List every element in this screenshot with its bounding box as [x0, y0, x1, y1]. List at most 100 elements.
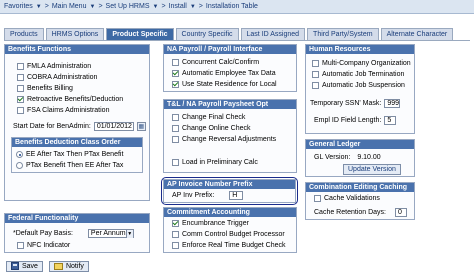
- online-check-checkbox[interactable]: [172, 125, 179, 132]
- pay-basis-select[interactable]: Per Annum ▼: [87, 229, 134, 238]
- state-residence-checkbox[interactable]: [172, 81, 179, 88]
- gl-version-row: GL Version: 9.10.00: [314, 154, 381, 161]
- tab-products[interactable]: Products: [4, 28, 44, 40]
- tab-alternate-character[interactable]: Alternate Character: [380, 28, 454, 40]
- start-date-label: Start Date for BenAdmin:: [13, 123, 91, 130]
- fmla-label: FMLA Administration: [27, 63, 92, 70]
- save-button[interactable]: Save: [6, 260, 43, 272]
- calendar-icon[interactable]: ▦: [136, 122, 146, 131]
- cobra-checkbox[interactable]: [17, 74, 24, 81]
- chevron-down-icon[interactable]: ▼: [190, 4, 196, 10]
- job-suspension-row: Automatic Job Suspension: [312, 82, 405, 89]
- pay-basis-label: *Default Pay Basis:: [13, 230, 73, 237]
- fsa-label: FSA Claims Administration: [27, 107, 110, 114]
- breadcrumb-separator: >: [161, 3, 166, 10]
- state-residence-label: Use State Residence for Local: [182, 81, 277, 88]
- ptax-benefit-label: PTax Benefit Then EE After Tax: [26, 162, 124, 169]
- tab-product-specific[interactable]: Product Specific: [106, 28, 174, 40]
- commitment-group: Commitment Accounting Encumbrance Trigge…: [163, 207, 297, 253]
- ptax-benefit-radio[interactable]: [16, 162, 23, 169]
- gl-version-label: GL Version:: [314, 154, 351, 161]
- update-version-button[interactable]: Update Version: [343, 164, 401, 175]
- chevron-down-icon[interactable]: ▼: [153, 4, 159, 10]
- cache-validations-label: Cache Validations: [324, 195, 380, 202]
- online-check-label: Change Online Check: [182, 125, 251, 132]
- deduction-class-title: Benefits Deduction Class Order: [12, 138, 142, 147]
- tab-last-id-assigned[interactable]: Last ID Assigned: [240, 28, 306, 40]
- ee-after-tax-row: EE After Tax Then PTax Benefit: [16, 151, 123, 158]
- combination-group: Combination Editing Caching Cache Valida…: [305, 182, 415, 220]
- comm-control-label: Comm Control Budget Processor: [182, 231, 285, 238]
- auto-emp-tax-checkbox[interactable]: [172, 70, 179, 77]
- retro-row: Retroactive Benefits/Deduction: [17, 96, 123, 103]
- breadcrumb-installation-table: Installation Table: [205, 3, 258, 10]
- job-termination-checkbox[interactable]: [312, 71, 319, 78]
- tab-divider: [4, 40, 470, 41]
- nfc-checkbox[interactable]: [17, 242, 24, 249]
- notify-icon: [53, 262, 63, 270]
- combination-title: Combination Editing Caching: [306, 183, 414, 192]
- fsa-row: FSA Claims Administration: [17, 107, 109, 114]
- breadcrumb-separator: >: [98, 3, 103, 10]
- notify-button[interactable]: Notify: [48, 260, 89, 272]
- ptax-benefit-row: PTax Benefit Then EE After Tax: [16, 162, 123, 169]
- tab-third-party-system[interactable]: Third Party/System: [307, 28, 379, 40]
- encumbrance-checkbox[interactable]: [172, 220, 179, 227]
- concurrent-calc-label: Concurrent Calc/Confirm: [182, 59, 260, 66]
- breadcrumb-main-menu[interactable]: Main Menu: [52, 3, 87, 10]
- cobra-label: COBRA Administration: [27, 74, 98, 81]
- breadcrumb-separator: >: [198, 3, 203, 10]
- job-suspension-checkbox[interactable]: [312, 82, 319, 89]
- start-date-input[interactable]: 01/01/2012: [93, 122, 134, 131]
- ssn-mask-row: Temporary SSN' Mask: 999: [310, 99, 401, 108]
- comm-control-checkbox[interactable]: [172, 231, 179, 238]
- final-check-checkbox[interactable]: [172, 114, 179, 121]
- enforce-budget-row: Enforce Real Time Budget Check: [172, 242, 286, 249]
- retro-checkbox[interactable]: [17, 96, 24, 103]
- bottom-toolbar: Save Notify: [0, 259, 474, 273]
- multi-company-checkbox[interactable]: [312, 60, 319, 67]
- breadcrumb-install[interactable]: Install: [169, 3, 187, 10]
- retention-row: Cache Retention Days: 0: [314, 208, 407, 217]
- ssn-mask-input[interactable]: 999: [384, 99, 401, 108]
- breadcrumb-favorites[interactable]: Favorites: [4, 3, 33, 10]
- fsa-checkbox[interactable]: [17, 107, 24, 114]
- chevron-down-icon[interactable]: ▼: [89, 4, 95, 10]
- chevron-down-icon[interactable]: ▼: [36, 4, 42, 10]
- ee-after-tax-radio[interactable]: [16, 151, 23, 158]
- prelim-calc-row: Load in Preliminary Calc: [172, 159, 258, 166]
- prelim-calc-checkbox[interactable]: [172, 159, 179, 166]
- job-suspension-label: Automatic Job Suspension: [322, 82, 405, 89]
- tab-hrms-options[interactable]: HRMS Options: [45, 28, 105, 40]
- breadcrumb-setup-hrms[interactable]: Set Up HRMS: [106, 3, 150, 10]
- final-check-row: Change Final Check: [172, 114, 245, 121]
- nfc-label: NFC Indicator: [27, 242, 71, 249]
- federal-group: Federal Functionality *Default Pay Basis…: [4, 213, 150, 253]
- auto-emp-tax-row: Automatic Employee Tax Data: [172, 70, 276, 77]
- reversal-adj-checkbox[interactable]: [172, 136, 179, 143]
- human-resources-title: Human Resources: [306, 45, 414, 54]
- retention-input[interactable]: 0: [394, 208, 407, 217]
- billing-checkbox[interactable]: [17, 85, 24, 92]
- concurrent-calc-checkbox[interactable]: [172, 59, 179, 66]
- benefits-functions-group: Benefits Functions FMLA Administration C…: [4, 44, 150, 201]
- update-version-wrap: Update Version: [343, 164, 401, 175]
- benefits-functions-title: Benefits Functions: [5, 45, 149, 54]
- auto-emp-tax-label: Automatic Employee Tax Data: [182, 70, 276, 77]
- pay-basis-value: Per Annum: [90, 230, 126, 237]
- prelim-calc-label: Load in Preliminary Calc: [182, 159, 258, 166]
- multi-company-label: Multi-Company Organization: [322, 60, 411, 67]
- nfc-row: NFC Indicator: [17, 242, 70, 249]
- multi-company-row: Multi-Company Organization: [312, 60, 411, 67]
- tab-country-specific[interactable]: Country Specific: [175, 28, 239, 40]
- enforce-budget-checkbox[interactable]: [172, 242, 179, 249]
- save-icon: [11, 262, 19, 270]
- commitment-title: Commitment Accounting: [164, 208, 296, 217]
- empl-id-input[interactable]: 5: [384, 116, 397, 125]
- breadcrumb: Favorites ▼ > Main Menu ▼ > Set Up HRMS …: [0, 0, 474, 14]
- fmla-checkbox[interactable]: [17, 63, 24, 70]
- comm-control-row: Comm Control Budget Processor: [172, 231, 285, 238]
- human-resources-group: Human Resources Multi-Company Organizati…: [305, 44, 415, 134]
- final-check-label: Change Final Check: [182, 114, 246, 121]
- cache-validations-checkbox[interactable]: [314, 195, 321, 202]
